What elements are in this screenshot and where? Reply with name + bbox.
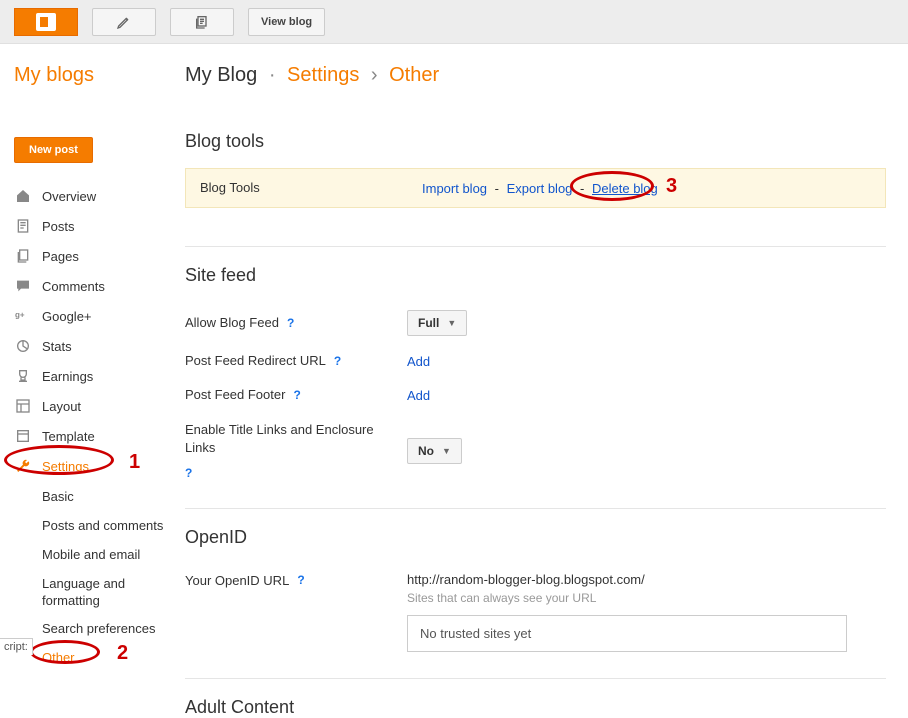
sidebar-item-overview[interactable]: Overview bbox=[14, 181, 175, 211]
sidebar-item-stats[interactable]: Stats bbox=[14, 331, 175, 361]
pencil-icon bbox=[116, 14, 132, 30]
annotation-number-1: 1 bbox=[129, 451, 140, 474]
sidebar-item-label: Overview bbox=[42, 189, 96, 204]
sidebar-item-template[interactable]: Template bbox=[14, 421, 175, 451]
annotation-number-3: 3 bbox=[666, 175, 677, 198]
post-feed-redirect-label: Post Feed Redirect URL bbox=[185, 352, 326, 370]
help-icon[interactable]: ? bbox=[185, 465, 192, 482]
blogger-b-icon bbox=[36, 13, 56, 31]
wrench-icon bbox=[14, 457, 32, 475]
sidebar-item-label: Earnings bbox=[42, 369, 93, 384]
sidebar-subitem-basic[interactable]: Basic bbox=[42, 483, 175, 512]
comment-icon bbox=[14, 277, 32, 295]
top-toolbar: View blog bbox=[0, 0, 908, 44]
compose-button[interactable] bbox=[92, 8, 156, 36]
blog-tools-label: Blog Tools bbox=[200, 179, 422, 197]
sidebar-item-label: Stats bbox=[42, 339, 72, 354]
sidebar-item-settings[interactable]: Settings 1 bbox=[14, 451, 175, 481]
layout-icon bbox=[14, 397, 32, 415]
sidebar-item-label: Comments bbox=[42, 279, 105, 294]
sidebar-item-layout[interactable]: Layout bbox=[14, 391, 175, 421]
sidebar-subitem-mobile-email[interactable]: Mobile and email bbox=[42, 541, 175, 570]
section-blog-tools: Blog tools Blog Tools Import blog - Expo… bbox=[185, 131, 886, 247]
sidebar-item-label: Settings bbox=[42, 459, 89, 474]
post-feed-redirect-add-link[interactable]: Add bbox=[407, 354, 430, 369]
piechart-icon bbox=[14, 337, 32, 355]
openid-url-label: Your OpenID URL bbox=[185, 572, 289, 590]
enclosure-links-dropdown[interactable]: No ▼ bbox=[407, 438, 462, 464]
sidebar-subitem-search-preferences[interactable]: Search preferences bbox=[42, 615, 175, 644]
home-icon bbox=[14, 187, 32, 205]
allow-blog-feed-dropdown[interactable]: Full ▼ bbox=[407, 310, 467, 336]
sidebar-item-pages[interactable]: Pages bbox=[14, 241, 175, 271]
sidebar-item-label: Posts bbox=[42, 219, 75, 234]
section-heading: Adult Content bbox=[185, 697, 886, 718]
trusted-sites-box: No trusted sites yet bbox=[407, 615, 847, 652]
posts-list-button[interactable] bbox=[170, 8, 234, 36]
svg-text:g+: g+ bbox=[15, 310, 25, 319]
section-heading: OpenID bbox=[185, 527, 886, 548]
post-feed-footer-label: Post Feed Footer bbox=[185, 386, 285, 404]
post-feed-footer-add-link[interactable]: Add bbox=[407, 388, 430, 403]
delete-blog-link[interactable]: Delete blog bbox=[592, 181, 658, 196]
sidebar-item-label: Template bbox=[42, 429, 95, 444]
help-icon[interactable]: ? bbox=[334, 353, 341, 370]
openid-hint: Sites that can always see your URL bbox=[407, 591, 886, 605]
sidebar-subitem-label: Other bbox=[42, 650, 75, 665]
annotation-number-2: 2 bbox=[117, 640, 128, 666]
sidebar-item-posts[interactable]: Posts bbox=[14, 211, 175, 241]
openid-url-value: http://random-blogger-blog.blogspot.com/ bbox=[407, 572, 886, 587]
trophy-icon bbox=[14, 367, 32, 385]
sidebar-item-label: Layout bbox=[42, 399, 81, 414]
sidebar: My blogs New post Overview Posts Pages C… bbox=[0, 44, 175, 673]
separator-dash: - bbox=[495, 181, 499, 196]
template-icon bbox=[14, 427, 32, 445]
section-adult-content: Adult Content bbox=[185, 697, 886, 718]
section-heading: Site feed bbox=[185, 265, 886, 286]
help-icon[interactable]: ? bbox=[293, 387, 300, 404]
enclosure-links-label: Enable Title Links and Enclosure Links bbox=[185, 421, 407, 457]
breadcrumb: My Blog · Settings › Other bbox=[185, 64, 886, 87]
section-site-feed: Site feed Allow Blog Feed ? Full ▼ Post … bbox=[185, 265, 886, 509]
main-content: My Blog · Settings › Other Blog tools Bl… bbox=[175, 44, 908, 718]
breadcrumb-separator: › bbox=[371, 64, 378, 86]
breadcrumb-separator: · bbox=[269, 64, 276, 86]
separator-dash: - bbox=[580, 181, 584, 196]
help-icon[interactable]: ? bbox=[297, 572, 304, 589]
pages-icon bbox=[14, 247, 32, 265]
breadcrumb-other-link[interactable]: Other bbox=[389, 64, 439, 86]
sidebar-item-label: Google+ bbox=[42, 309, 92, 324]
document-stack-icon bbox=[194, 14, 210, 30]
status-bar-fragment: cript: bbox=[0, 638, 33, 655]
blogger-logo-button[interactable] bbox=[14, 8, 78, 36]
sidebar-subitem-other[interactable]: Other 2 bbox=[42, 644, 175, 673]
sidebar-subitem-language-formatting[interactable]: Language and formatting bbox=[42, 570, 175, 616]
allow-blog-feed-label: Allow Blog Feed bbox=[185, 314, 279, 332]
dropdown-value: Full bbox=[418, 316, 439, 330]
sidebar-item-earnings[interactable]: Earnings bbox=[14, 361, 175, 391]
chevron-down-icon: ▼ bbox=[447, 318, 456, 328]
new-post-button[interactable]: New post bbox=[14, 137, 93, 163]
chevron-down-icon: ▼ bbox=[442, 446, 451, 456]
breadcrumb-settings-link[interactable]: Settings bbox=[287, 64, 359, 86]
export-blog-link[interactable]: Export blog bbox=[507, 181, 573, 196]
sidebar-item-googleplus[interactable]: g+ Google+ bbox=[14, 301, 175, 331]
sidebar-subitem-posts-comments[interactable]: Posts and comments bbox=[42, 512, 175, 541]
document-icon bbox=[14, 217, 32, 235]
sidebar-title[interactable]: My blogs bbox=[14, 64, 175, 87]
view-blog-button[interactable]: View blog bbox=[248, 8, 325, 36]
sidebar-item-comments[interactable]: Comments bbox=[14, 271, 175, 301]
section-openid: OpenID Your OpenID URL ? http://random-b… bbox=[185, 527, 886, 679]
sidebar-item-label: Pages bbox=[42, 249, 79, 264]
dropdown-value: No bbox=[418, 444, 434, 458]
breadcrumb-blog-name: My Blog bbox=[185, 64, 257, 86]
googleplus-icon: g+ bbox=[14, 307, 32, 325]
section-heading: Blog tools bbox=[185, 131, 886, 152]
import-blog-link[interactable]: Import blog bbox=[422, 181, 487, 196]
help-icon[interactable]: ? bbox=[287, 315, 294, 332]
